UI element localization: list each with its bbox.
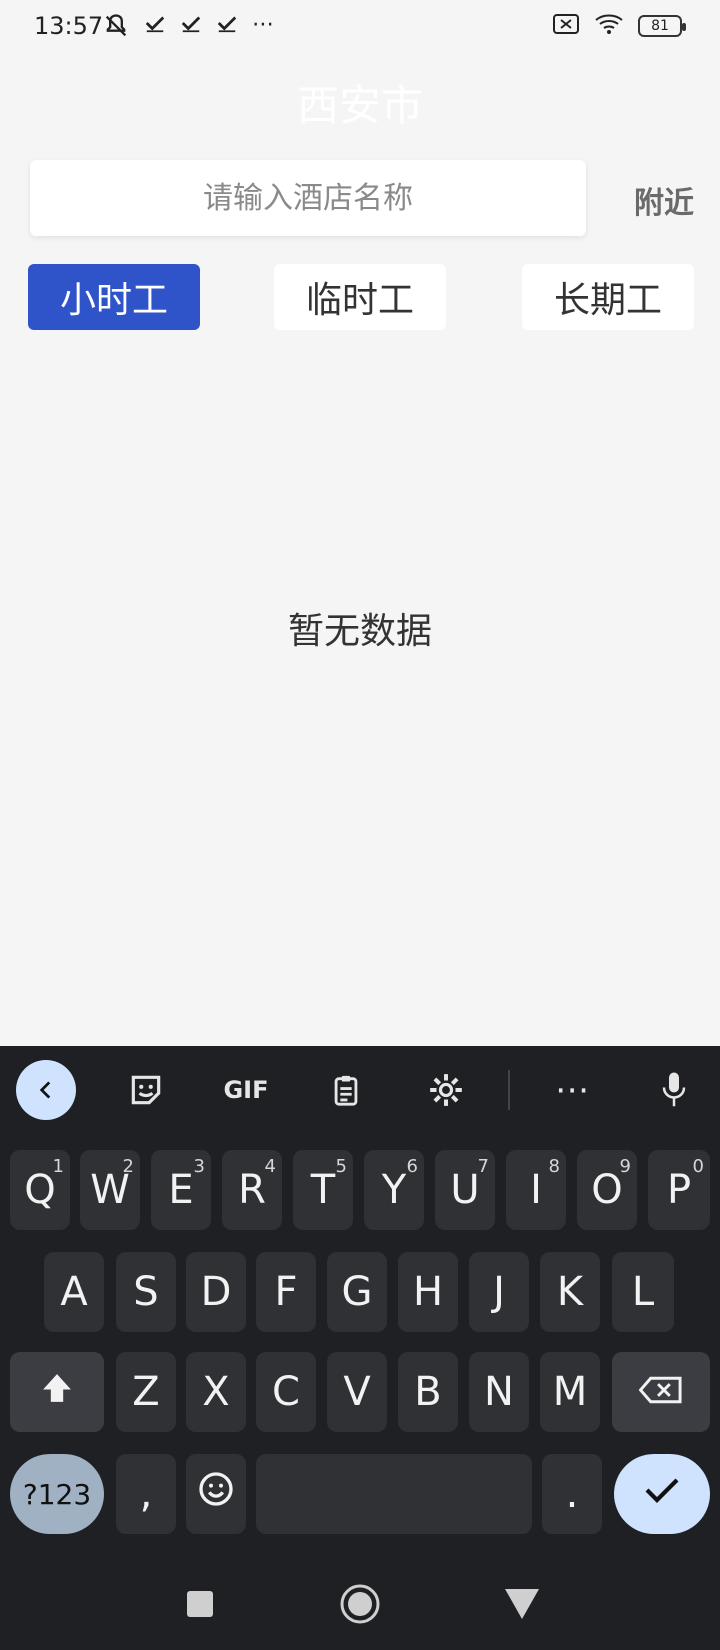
key-r[interactable]: R4 — [222, 1150, 282, 1230]
key-i[interactable]: I8 — [506, 1150, 566, 1230]
key-o[interactable]: O9 — [577, 1150, 637, 1230]
check-icon — [642, 1471, 682, 1517]
microphone-icon[interactable] — [644, 1060, 704, 1120]
status-bar: 13:57 ⋯ 81 — [0, 0, 720, 56]
key-p[interactable]: P0 — [648, 1150, 710, 1230]
key-s[interactable]: S — [116, 1252, 176, 1332]
gear-icon[interactable] — [416, 1060, 476, 1120]
comma-key[interactable]: , — [116, 1454, 176, 1534]
system-nav-bar — [0, 1560, 720, 1650]
key-g[interactable]: G — [327, 1252, 387, 1332]
tab-long-term-worker[interactable]: 长期工 — [522, 264, 694, 330]
status-time: 13:57 — [34, 12, 104, 40]
key-q[interactable]: Q1 — [10, 1150, 70, 1230]
check-icon — [180, 12, 202, 46]
key-d[interactable]: D — [186, 1252, 246, 1332]
key-c[interactable]: C — [256, 1352, 316, 1432]
key-v[interactable]: V — [327, 1352, 387, 1432]
clipboard-icon[interactable] — [316, 1060, 376, 1120]
key-x[interactable]: X — [186, 1352, 246, 1432]
status-notification-icons: ⋯ — [102, 12, 274, 46]
mute-bell-icon — [102, 12, 130, 46]
key-j[interactable]: J — [469, 1252, 529, 1332]
key-l[interactable]: L — [612, 1252, 674, 1332]
circle-icon — [339, 1583, 381, 1629]
key-n[interactable]: N — [469, 1352, 529, 1432]
gif-button[interactable]: GIF — [216, 1060, 276, 1120]
back-button[interactable] — [498, 1582, 546, 1630]
key-a[interactable]: A — [44, 1252, 104, 1332]
key-k[interactable]: K — [540, 1252, 600, 1332]
shift-arrow-icon — [38, 1369, 76, 1415]
key-y[interactable]: Y6 — [364, 1150, 424, 1230]
chevron-left-icon[interactable] — [16, 1060, 76, 1120]
key-b[interactable]: B — [398, 1352, 458, 1432]
status-system-icons: 81 — [552, 12, 686, 40]
emoji-key[interactable] — [186, 1454, 246, 1534]
tab-hourly-worker[interactable]: 小时工 — [28, 264, 200, 330]
empty-state-text: 暂无数据 — [287, 611, 432, 652]
nearby-button[interactable]: 附近 — [634, 178, 694, 222]
space-key[interactable] — [256, 1454, 532, 1534]
more-options-icon[interactable]: ⋯ — [542, 1060, 602, 1120]
backspace-icon — [638, 1369, 683, 1415]
symbols-key[interactable]: ?123 — [10, 1454, 104, 1534]
more-icon: ⋯ — [252, 12, 274, 37]
wifi-icon — [594, 12, 624, 40]
shift-key[interactable] — [10, 1352, 104, 1432]
city-title[interactable]: 西安市 — [0, 72, 720, 133]
backspace-key[interactable] — [612, 1352, 710, 1432]
key-e[interactable]: E3 — [151, 1150, 211, 1230]
battery-indicator: 81 — [638, 15, 686, 37]
recent-apps-button[interactable] — [176, 1582, 224, 1630]
key-m[interactable]: M — [540, 1352, 600, 1432]
toolbar-divider — [508, 1070, 510, 1110]
triangle-icon — [503, 1587, 541, 1625]
key-f[interactable]: F — [256, 1252, 316, 1332]
square-icon — [185, 1589, 215, 1623]
key-w[interactable]: W2 — [80, 1150, 140, 1230]
keyboard-toolbar: GIF ⋯ — [0, 1046, 720, 1136]
check-icon — [216, 12, 238, 46]
key-z[interactable]: Z — [116, 1352, 176, 1432]
done-key[interactable] — [614, 1454, 710, 1534]
no-sim-icon — [552, 12, 580, 40]
key-t[interactable]: T5 — [293, 1150, 353, 1230]
tab-temporary-worker[interactable]: 临时工 — [274, 264, 446, 330]
app-screen: 13:57 ⋯ 81 西安市 请输入酒店名称 附近 小时工 临时工 长期工 暂无… — [0, 0, 720, 1650]
key-h[interactable]: H — [398, 1252, 458, 1332]
check-icon — [144, 12, 166, 46]
key-u[interactable]: U7 — [435, 1150, 495, 1230]
hotel-search-input[interactable] — [30, 160, 586, 236]
home-button[interactable] — [336, 1582, 384, 1630]
period-key[interactable]: . — [542, 1454, 602, 1534]
emoji-icon — [196, 1469, 236, 1519]
sticker-icon[interactable] — [116, 1060, 176, 1120]
